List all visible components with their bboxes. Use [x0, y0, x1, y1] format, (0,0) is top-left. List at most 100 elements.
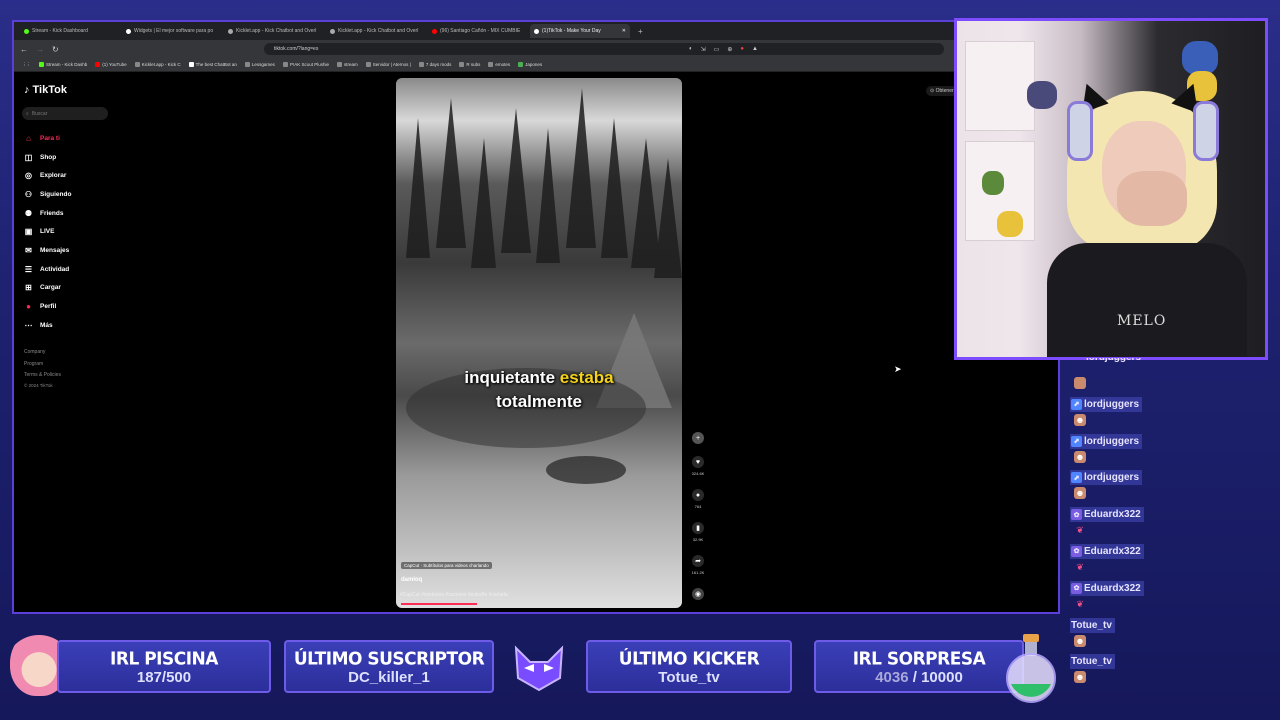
sidebar-item-friends[interactable]: ⚉ Friends	[24, 204, 71, 223]
url-field[interactable]: tiktok.com/?lang=es	[264, 43, 944, 55]
following-icon: ⚇	[24, 189, 33, 199]
comment-count: 764	[694, 504, 702, 509]
creator-avatar[interactable]: +	[692, 432, 704, 444]
bookmarks-bar: ⋮⋮ Stream - Kick Dashb (1) YouTube Kickl…	[14, 58, 1058, 72]
goal-panel-piscina: IRL PISCINA 187/500	[57, 640, 271, 693]
bookmark[interactable]: P!AK Scout Plushie	[282, 62, 329, 67]
chat-username-row[interactable]: ✿ Eduardx322	[1070, 507, 1144, 523]
chat-username-row[interactable]: Totue_tv	[1070, 654, 1115, 670]
apps-icon[interactable]: ⋮⋮	[22, 62, 31, 68]
sidebar-item-shop[interactable]: ◫ Shop	[24, 148, 71, 167]
sidebar-item-cargar[interactable]: ⊞ Cargar	[24, 279, 71, 298]
video-username[interactable]: damloq	[401, 577, 422, 583]
bookmark-label: P!AK Scout Plushie	[289, 62, 329, 67]
sidebar-item-siguiendo[interactable]: ⚇ Siguiendo	[24, 185, 72, 204]
sidebar-item-actividad[interactable]: ☰ Actividad	[24, 260, 71, 279]
sidebar-item-label: Para ti	[40, 134, 60, 142]
tiktok-note-icon: ♪	[24, 84, 30, 96]
forward-icon[interactable]: →	[36, 45, 44, 54]
new-tab-icon[interactable]: +	[638, 27, 643, 36]
sidebar-item-label: Siguiendo	[40, 190, 72, 198]
tiktok-logo[interactable]: ♪ TikTok	[24, 84, 67, 96]
message-icon: ✉	[25, 245, 32, 255]
sidebar-item-mas[interactable]: ⋯ Más	[24, 316, 71, 335]
bookmark[interactable]: Japones	[518, 62, 542, 67]
browser-tab[interactable]: Widgets | El mejor software para po	[122, 24, 222, 38]
browser-window: Stream - Kick Dashboard Widgets | El mej…	[12, 20, 1060, 614]
activity-icon: ☰	[24, 264, 33, 274]
menu-icon[interactable]: ▲	[752, 46, 758, 53]
footer-link[interactable]: Company	[24, 347, 61, 359]
chat-username-row[interactable]: ⬈ lordjuggers	[1070, 470, 1143, 486]
chat-username-row[interactable]: ✿ Eduardx322	[1070, 543, 1144, 559]
search-input[interactable]: ⌕ Buscar	[22, 107, 108, 120]
search-placeholder: Buscar	[31, 110, 48, 117]
bookmark[interactable]: Kicklet.app - Kick C	[134, 62, 181, 67]
sidebar-item-para-ti[interactable]: ⌂ Para ti	[24, 129, 71, 148]
chat-username: lordjuggers	[1070, 358, 1150, 363]
goal-title: IRL PISCINA	[110, 648, 218, 670]
share-icon[interactable]: ➦	[692, 555, 704, 567]
bookmark[interactable]: The best ChatBot an	[188, 62, 237, 67]
copyright: © 2024 TikTok	[24, 382, 53, 388]
browser-tab[interactable]: Kicklet.app - Kick Chatbot and Overl	[326, 24, 426, 38]
sidebar-item-label: LIVE	[40, 228, 55, 236]
browser-tab[interactable]: Kicklet.app - Kick Chatbot and Overl	[224, 24, 324, 38]
capcut-tag[interactable]: CapCut · Subtítulos para videos charland…	[401, 562, 492, 569]
logo-text: TikTok	[32, 84, 67, 96]
bookmark-label: emotes	[495, 62, 511, 67]
comment-icon[interactable]: ●	[692, 489, 704, 501]
browser-tab[interactable]: (96) Santiago Cañón - MIX CUMBIE	[428, 24, 528, 38]
chat-username: Eduardx322	[1084, 509, 1141, 521]
sidebar-item-explorar[interactable]: ◎ Explorar	[24, 166, 71, 185]
bookmark[interactable]: Stream - Kick Dashb	[39, 62, 87, 67]
sidebar-item-live[interactable]: ▣ LIVE	[24, 222, 71, 241]
chat-username-row[interactable]: ⬈ lordjuggers	[1070, 396, 1143, 412]
bookmark-icon[interactable]: ▮	[692, 522, 704, 534]
plush-toy	[982, 171, 1004, 195]
bookmark-label: Kicklet.app - Kick C	[141, 62, 181, 67]
bookmark-folder[interactable]: emotes	[488, 62, 510, 67]
chat-username-row[interactable]: Totue_tv	[1070, 617, 1115, 633]
get-app-button[interactable]: ⊙ Obtener	[926, 86, 958, 96]
bookmark-label: (1) YouTube	[102, 62, 127, 67]
chat-username: Eduardx322	[1084, 545, 1141, 557]
chat-username-row[interactable]: ✿ Eduardx322	[1070, 580, 1144, 596]
tab-label: Kicklet.app - Kick Chatbot and Overl	[236, 28, 317, 34]
heart-icon[interactable]: ♥	[692, 456, 704, 468]
video-hashtags[interactable]: #CapCut #misterios #sucesos #extraño #ca…	[400, 592, 508, 598]
headset-right	[1193, 101, 1219, 161]
footer-link[interactable]: Terms & Policies	[24, 370, 61, 382]
back-icon[interactable]: ←	[20, 45, 28, 54]
bookmark[interactable]: Lessgames	[244, 62, 275, 67]
music-disc-icon[interactable]: ◉	[692, 588, 704, 600]
footer-link[interactable]: Program	[24, 359, 61, 371]
bookmark-folder[interactable]: R subs	[459, 62, 480, 67]
bookmark-folder[interactable]: stream	[336, 62, 358, 67]
extension-icon[interactable]: ◐	[689, 46, 693, 53]
caption-highlight: estaba	[559, 368, 614, 387]
extension-icon[interactable]: ▭	[714, 46, 720, 53]
kick-badge-icon: ⬈	[1071, 435, 1082, 447]
browser-tab-active[interactable]: (1)TikTok - Make Your Day ✕	[530, 24, 630, 38]
close-icon[interactable]: ✕	[622, 28, 626, 34]
bookmark[interactable]: (1) YouTube	[95, 62, 127, 67]
bookmark-folder[interactable]: 7 days mods	[418, 62, 451, 67]
sidebar-item-label: Explorar	[40, 172, 67, 180]
extension-icon[interactable]: ⊕	[727, 46, 732, 53]
extension-icon[interactable]: ⇲	[701, 46, 706, 53]
browser-tab[interactable]: Stream - Kick Dashboard	[20, 24, 120, 38]
chat-username-row[interactable]: ⬈ lordjuggers	[1070, 433, 1143, 449]
extension-icon[interactable]: ●	[740, 46, 744, 53]
video-player[interactable]: inquietante estaba totalmente CapCut · S…	[396, 78, 682, 608]
search-icon: ⌕	[26, 110, 29, 117]
stream-chat: lordjuggers ⬈lordjuggers☻ ⬈lordjuggers☻ …	[1070, 358, 1200, 691]
reload-icon[interactable]: ↻	[52, 45, 59, 54]
goal-target: / 10000	[908, 669, 963, 686]
video-progress-bar[interactable]	[401, 603, 477, 605]
chat-username: lordjuggers	[1084, 435, 1140, 447]
sidebar-item-mensajes[interactable]: ✉ Mensajes	[24, 241, 71, 260]
bookmark[interactable]: Servidor | Aternos |	[365, 62, 411, 67]
sidebar-item-perfil[interactable]: ● Perfil	[24, 297, 71, 316]
bookmark-label: stream	[343, 62, 358, 67]
